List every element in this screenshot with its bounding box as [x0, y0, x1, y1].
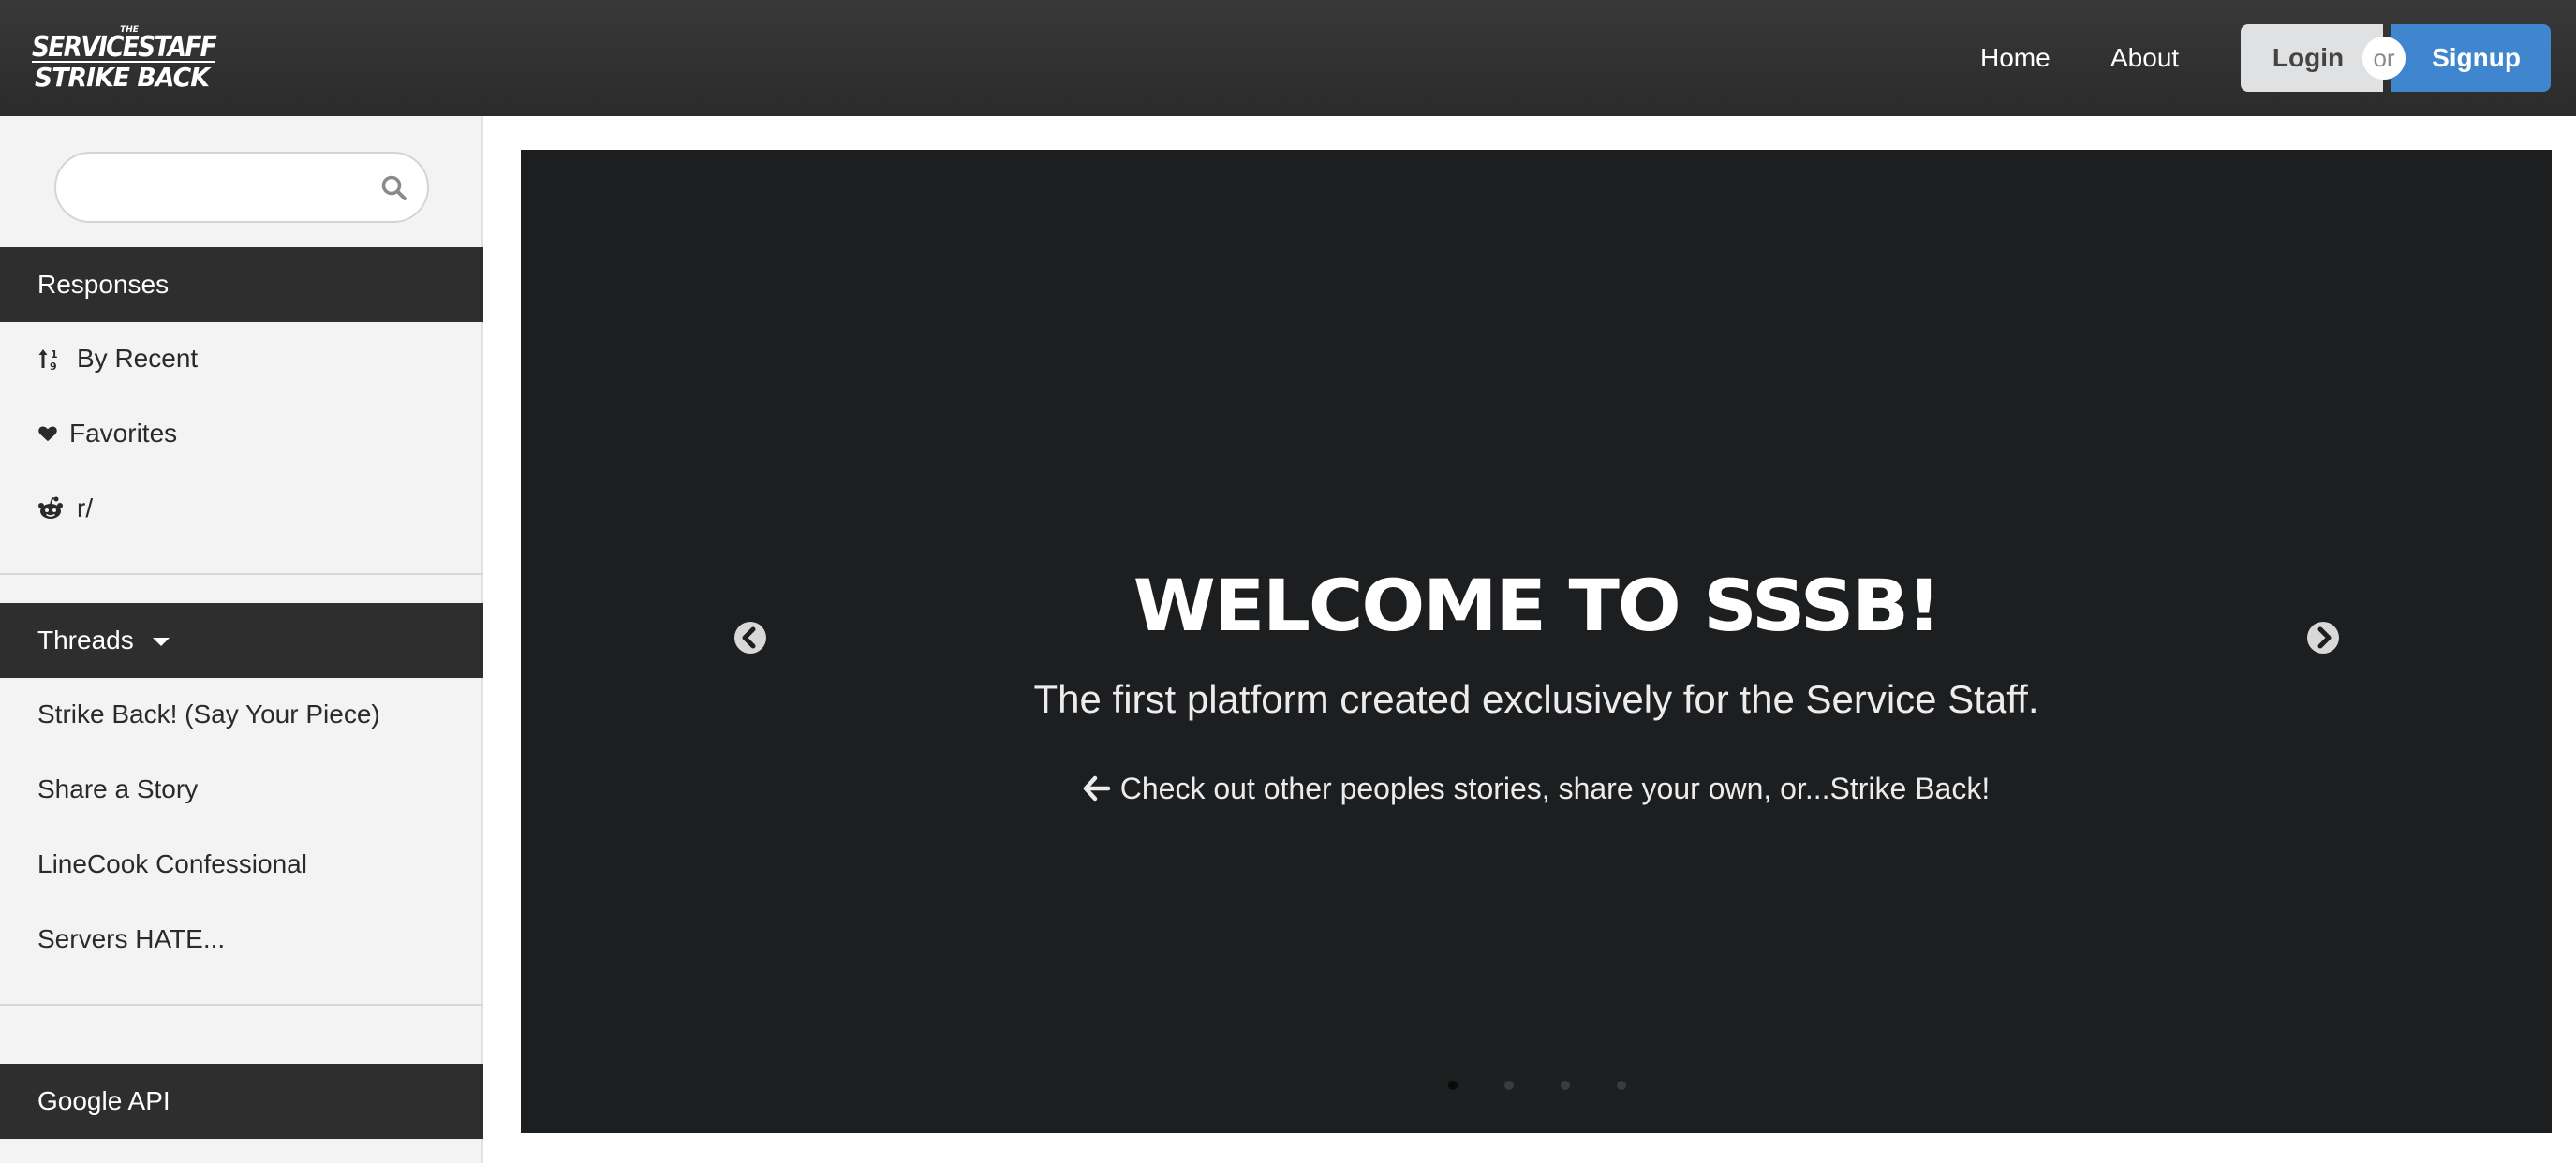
sidebar-item-servers-hate[interactable]: Servers HATE...	[37, 920, 225, 958]
logo-image: THE SERVICESTAFF STRIKE BACK	[32, 25, 219, 93]
carousel-dot[interactable]	[1617, 1081, 1626, 1090]
sidebar-item-label: Favorites	[69, 419, 178, 448]
welcome-title: WELCOME TO SSSB!	[1133, 564, 1942, 647]
carousel-prev-icon[interactable]	[733, 621, 767, 655]
carousel-indicators	[1448, 1081, 1673, 1094]
threads-header[interactable]: Threads	[0, 603, 483, 678]
sidebar: Responses 1 9 By Recent Favorites r/ Thr	[0, 116, 483, 1163]
svg-text:9: 9	[50, 361, 57, 372]
sidebar-item-reddit[interactable]: r/	[37, 490, 93, 527]
svg-text:1: 1	[51, 348, 58, 361]
auth-button-group: Login Signup or	[2241, 24, 2551, 92]
svg-text:SERVICESTAFF: SERVICESTAFF	[32, 31, 217, 64]
sidebar-item-linecook-confessional[interactable]: LineCook Confessional	[37, 846, 307, 883]
top-navbar: THE SERVICESTAFF STRIKE BACK Home About …	[0, 0, 2576, 116]
nav-about-link[interactable]: About	[2110, 41, 2179, 75]
google-api-header[interactable]: Google API	[0, 1064, 483, 1139]
sidebar-item-by-recent[interactable]: 1 9 By Recent	[37, 340, 198, 377]
sort-numeric-icon: 1 9	[38, 348, 58, 372]
sidebar-item-share-a-story[interactable]: Share a Story	[37, 771, 198, 808]
sidebar-divider	[0, 573, 483, 575]
or-divider: or	[2362, 37, 2406, 80]
hero-carousel: WELCOME TO SSSB! The first platform crea…	[521, 150, 2552, 1133]
caret-down-icon	[152, 638, 170, 647]
svg-text:STRIKE BACK: STRIKE BACK	[35, 62, 212, 93]
threads-header-label: Threads	[37, 626, 134, 655]
nav-home-link[interactable]: Home	[1980, 41, 2050, 75]
sidebar-item-favorites[interactable]: Favorites	[37, 415, 177, 452]
sidebar-item-label: By Recent	[77, 344, 199, 373]
carousel-next-icon[interactable]	[2306, 621, 2340, 655]
welcome-cta-text: Check out other peoples stories, share y…	[1119, 772, 1991, 805]
welcome-subtitle: The first platform created exclusively f…	[1033, 677, 2039, 721]
site-logo[interactable]: THE SERVICESTAFF STRIKE BACK	[28, 22, 220, 94]
carousel-dot[interactable]	[1561, 1081, 1570, 1090]
sidebar-item-strike-back[interactable]: Strike Back! (Say Your Piece)	[37, 696, 380, 733]
sidebar-item-label: r/	[77, 493, 94, 523]
search-icon[interactable]	[380, 174, 408, 202]
signup-button[interactable]: Signup	[2391, 24, 2551, 92]
sidebar-divider	[0, 1004, 483, 1006]
responses-header: Responses	[0, 247, 483, 322]
welcome-cta: Check out other peoples stories, share y…	[521, 768, 2552, 809]
arrow-left-icon	[1083, 775, 1111, 802]
carousel-dot[interactable]	[1448, 1081, 1458, 1090]
reddit-icon	[38, 496, 63, 519]
search-input[interactable]	[54, 152, 429, 223]
carousel-dot[interactable]	[1504, 1081, 1514, 1090]
heart-icon	[38, 426, 57, 442]
